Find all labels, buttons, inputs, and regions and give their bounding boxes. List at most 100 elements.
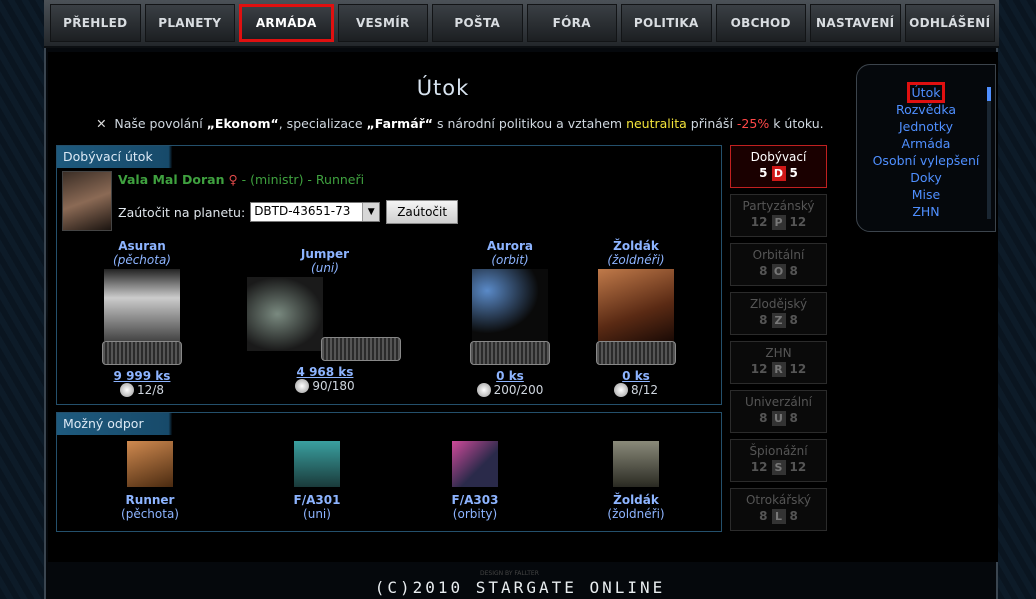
unit-type: (pěchota) <box>113 253 171 267</box>
attack-type-letter: D <box>771 166 786 181</box>
tab-spionazni[interactable]: Špionážní 12 S 12 <box>730 439 827 482</box>
nav-vesmir[interactable]: VESMÍR <box>337 4 428 42</box>
nav-armada[interactable]: ARMÁDA <box>239 4 334 42</box>
attack-panel-title: Dobývací útok <box>57 146 243 168</box>
unit-stats: 90/180 <box>312 379 355 393</box>
side-menu-zhn[interactable]: ZHN <box>857 204 995 221</box>
defender-type: (žoldnéři) <box>607 507 665 521</box>
defender-card: F/A301 (uni) <box>262 441 372 521</box>
side-menu-osobni-vylepseni[interactable]: Osobní vylepšení <box>857 153 995 170</box>
unit-count[interactable]: 0 ks <box>591 369 681 383</box>
unit-card: Aurora (orbit) 0 ks 200/200 <box>465 239 555 397</box>
star-icon <box>614 383 629 397</box>
side-menu-armada[interactable]: Armáda <box>857 136 995 153</box>
side-menu-mise[interactable]: Mise <box>857 187 995 204</box>
tab-partyzansky[interactable]: Partyzánský 12 P 12 <box>730 194 827 237</box>
unit-count[interactable]: 4 968 ks <box>245 365 405 379</box>
player-avatar <box>62 171 112 231</box>
footer-copyright: (C)2010 STARGATE ONLINE <box>374 578 666 597</box>
female-icon: ♀ <box>228 172 238 187</box>
unit-image <box>472 269 548 341</box>
attack-button[interactable]: Zaútočit <box>386 200 459 224</box>
unit-stats: 12/8 <box>137 383 164 397</box>
unit-type: (uni) <box>311 261 339 275</box>
attack-panel: Dobývací útok Vala Mal Doran ♀ - (minist… <box>56 145 722 405</box>
planet-select[interactable]: DBTD-43651-73 ▼ <box>250 202 381 222</box>
unit-count-input[interactable] <box>470 341 550 365</box>
chevron-down-icon[interactable]: ▼ <box>362 203 380 221</box>
unit-count[interactable]: 9 999 ks <box>97 369 187 383</box>
defense-panel: Možný odpor Runner (pěchota) F/A301 (uni… <box>56 412 722 532</box>
side-menu: Útok Rozvědka Jednotky Armáda Osobní vyl… <box>856 64 996 232</box>
unit-type: (orbit) <box>491 253 529 267</box>
nav-odhlaseni[interactable]: ODHLÁŠENÍ <box>904 4 995 42</box>
unit-name[interactable]: Asuran <box>97 239 187 253</box>
defender-card: F/A303 (orbity) <box>420 441 530 521</box>
nav-planety[interactable]: PLANETY <box>144 4 235 42</box>
attack-form: Zaútočit na planetu: DBTD-43651-73 ▼ Zaú… <box>118 200 459 224</box>
unit-name[interactable]: Žoldák <box>591 239 681 253</box>
star-icon <box>476 383 491 397</box>
tab-zlodejsky[interactable]: Zlodějský 8 Z 8 <box>730 292 827 335</box>
side-menu-jednotky[interactable]: Jednotky <box>857 119 995 136</box>
unit-count-input[interactable] <box>321 337 401 361</box>
unit-card: Asuran (pěchota) 9 999 ks 12/8 <box>97 239 187 397</box>
attack-type-letter: S <box>771 460 786 475</box>
page-frame: PŘEHLED PLANETY ARMÁDA VESMÍR POŠTA FÓRA… <box>0 0 1036 599</box>
page-title: Útok <box>416 76 470 100</box>
left-decor <box>0 0 46 599</box>
unit-name[interactable]: Aurora <box>465 239 555 253</box>
tab-dobyvaci[interactable]: Dobývací 5 D 5 <box>730 145 827 188</box>
tab-univerzalni[interactable]: Univerzální 8 U 8 <box>730 390 827 433</box>
defender-image <box>613 441 659 487</box>
attack-type-letter: P <box>771 215 786 230</box>
defender-name[interactable]: F/A303 <box>420 493 530 507</box>
attack-type-letter: L <box>771 509 786 524</box>
defender-image <box>452 441 498 487</box>
unit-name[interactable]: Jumper <box>245 247 405 261</box>
side-menu-utok[interactable]: Útok <box>857 82 995 103</box>
side-menu-scrollbar[interactable] <box>987 87 991 219</box>
defender-image <box>294 441 340 487</box>
nav-politika[interactable]: POLITIKA <box>621 4 712 42</box>
unit-count[interactable]: 0 ks <box>465 369 555 383</box>
defender-name[interactable]: Žoldák <box>581 493 691 507</box>
profession-info: ✕ Naše povolání „Ekonom“, specializace „… <box>78 116 838 131</box>
crossed-swords-icon: ✕ <box>96 116 107 131</box>
right-decor <box>996 0 1036 599</box>
defender-name[interactable]: Runner <box>95 493 205 507</box>
nav-nastaveni[interactable]: NASTAVENÍ <box>810 4 901 42</box>
player-info: Vala Mal Doran ♀ - (ministr) - Runneři <box>118 172 364 187</box>
top-nav: PŘEHLED PLANETY ARMÁDA VESMÍR POŠTA FÓRA… <box>44 0 999 48</box>
attack-type-letter: U <box>771 411 786 426</box>
tab-orbitalni[interactable]: Orbitální 8 O 8 <box>730 243 827 286</box>
unit-count-input[interactable] <box>102 341 182 365</box>
attack-type-letter: O <box>771 264 786 279</box>
defender-card: Žoldák (žoldnéři) <box>581 441 691 521</box>
unit-count-input[interactable] <box>596 341 676 365</box>
star-icon <box>120 383 135 397</box>
side-menu-doky[interactable]: Doky <box>857 170 995 187</box>
nav-obchod[interactable]: OBCHOD <box>715 4 806 42</box>
attack-type-letter: Z <box>771 313 786 328</box>
defender-type: (pěchota) <box>121 507 179 521</box>
unit-stats: 200/200 <box>493 383 544 397</box>
nav-posta[interactable]: POŠTA <box>432 4 523 42</box>
unit-type: (žoldnéři) <box>607 253 665 267</box>
player-name[interactable]: Vala Mal Doran <box>118 172 224 187</box>
unit-image <box>104 269 180 341</box>
unit-stats: 8/12 <box>631 383 658 397</box>
attack-label: Zaútočit na planetu: <box>118 204 246 220</box>
player-meta: - (ministr) - Runneři <box>241 172 365 187</box>
nav-prehled[interactable]: PŘEHLED <box>50 4 141 42</box>
unit-image <box>598 269 674 341</box>
defender-type: (orbity) <box>452 507 498 521</box>
design-credit: DESIGN BY FALLTER <box>480 570 539 577</box>
defender-name[interactable]: F/A301 <box>262 493 372 507</box>
unit-card: Žoldák (žoldnéři) 0 ks 8/12 <box>591 239 681 397</box>
defense-panel-title: Možný odpor <box>57 413 243 435</box>
tab-zhn[interactable]: ZHN 12 R 12 <box>730 341 827 384</box>
nav-fora[interactable]: FÓRA <box>526 4 617 42</box>
side-menu-rozvedka[interactable]: Rozvědka <box>857 102 995 119</box>
tab-otrokarsky[interactable]: Otrokářský 8 L 8 <box>730 488 827 531</box>
